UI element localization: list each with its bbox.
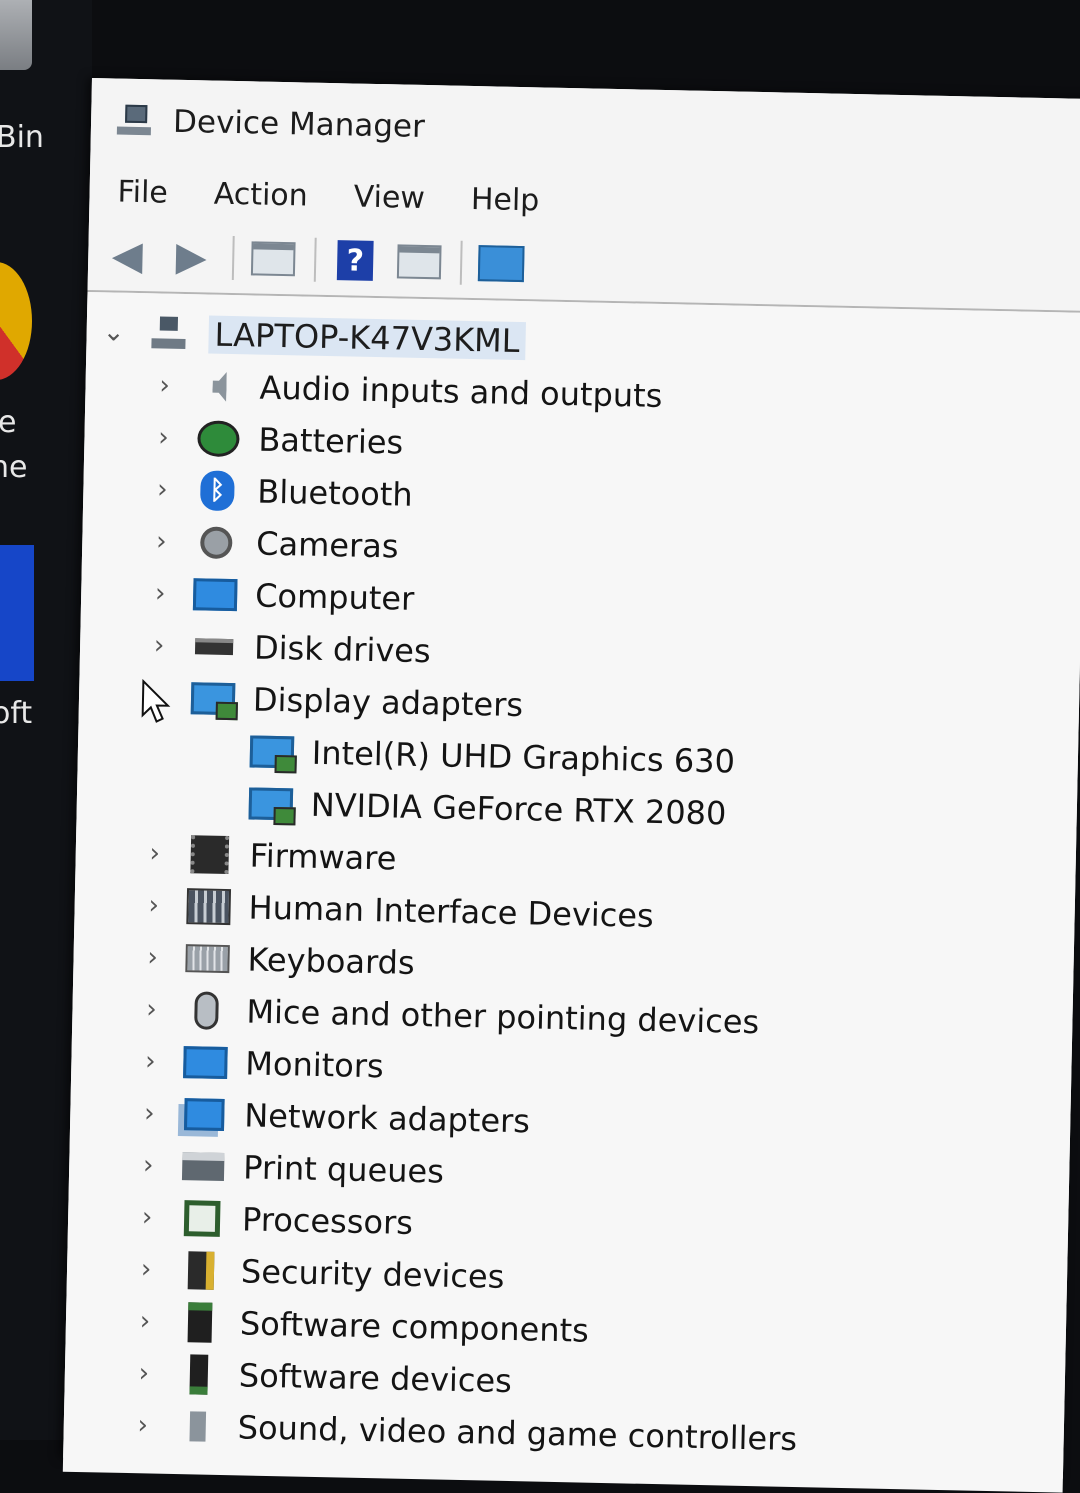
processor-icon [180, 1198, 225, 1239]
forward-button[interactable]: ▶ [164, 234, 219, 281]
computer-root-icon [146, 313, 191, 354]
device-tree: ⌄ LAPTOP-K47V3KML › Audio inputs and out… [62, 291, 1080, 1493]
back-arrow-icon: ◀ [111, 232, 144, 280]
expand-chevron-icon[interactable]: › [134, 1098, 165, 1129]
expand-chevron-icon[interactable]: › [136, 994, 167, 1025]
display-adapter-icon [248, 783, 294, 824]
desktop-label-ne: ne [0, 450, 28, 485]
device-manager-icon [116, 103, 154, 140]
expand-chevron-icon[interactable]: › [138, 890, 169, 921]
toolbar-separator [231, 235, 235, 281]
tree-item-label: Batteries [258, 420, 404, 462]
tree-item-label: Network adapters [243, 1096, 531, 1141]
expand-chevron-icon[interactable]: › [145, 578, 176, 609]
tree-item-label: Cameras [255, 524, 399, 566]
tree-item-label: Bluetooth [256, 472, 414, 514]
sound-icon [175, 1406, 220, 1447]
expand-chevron-icon[interactable]: › [146, 526, 177, 557]
keyboard-icon [185, 938, 230, 979]
tree-item-label: Display adapters [252, 680, 524, 725]
menu-action[interactable]: Action [213, 176, 308, 213]
help-button[interactable]: ? [328, 237, 383, 284]
bluetooth-icon: ᛒ [195, 470, 240, 512]
tree-item-label: NVIDIA GeForce RTX 2080 [310, 785, 727, 833]
expand-chevron-icon[interactable]: › [137, 942, 168, 973]
toolbar-separator [459, 240, 463, 285]
security-icon [179, 1250, 224, 1291]
desktop-label-e: e [0, 405, 17, 440]
tree-item-label: Audio inputs and outputs [259, 368, 663, 416]
camera-icon [194, 522, 239, 563]
help-icon: ? [336, 240, 374, 281]
expand-chevron-icon[interactable]: › [148, 422, 179, 453]
desktop-label-bin: Bin [0, 120, 44, 155]
tree-item-label: Firmware [249, 836, 397, 878]
show-hide-console-tree-button[interactable] [246, 235, 301, 282]
expand-chevron-icon[interactable]: › [144, 630, 175, 661]
expand-chevron-icon[interactable]: › [132, 1202, 163, 1233]
tree-root-label: LAPTOP-K47V3KML [208, 315, 526, 361]
display-adapter-icon [190, 678, 236, 719]
expand-chevron-icon[interactable]: › [133, 1150, 164, 1181]
monitor-icon [192, 574, 238, 615]
disk-icon [192, 626, 237, 667]
monitor-icon [183, 1042, 228, 1083]
expand-chevron-icon[interactable]: › [135, 1046, 166, 1077]
scan-hardware-button[interactable] [474, 240, 529, 287]
mouse-cursor-icon [141, 679, 171, 723]
tree-item-label: Disk drives [253, 628, 432, 671]
console-tree-icon [250, 241, 296, 277]
menu-help[interactable]: Help [471, 181, 540, 217]
tree-item-label: Keyboards [247, 940, 416, 982]
collapse-chevron-icon[interactable]: ⌄ [98, 317, 129, 348]
tree-item-label: Processors [241, 1200, 414, 1242]
tree-item-label: Computer [254, 576, 415, 618]
tree-item-label: Sound, video and game controllers [237, 1408, 798, 1459]
tree-item-label: Mice and other pointing devices [246, 992, 760, 1042]
recycle-bin-icon[interactable] [0, 0, 32, 70]
action-pane-icon [396, 244, 442, 280]
speaker-icon [197, 366, 242, 407]
tree-item-label: Human Interface Devices [248, 888, 655, 935]
tree-item-label: Security devices [240, 1252, 505, 1296]
toolbar-separator [313, 237, 317, 282]
tree-item-label: Intel(R) UHD Graphics 630 [311, 733, 736, 781]
desktop-label-oft: oft [0, 696, 33, 731]
device-manager-window: Device Manager File Action View Help ◀ ▶… [62, 78, 1080, 1493]
show-action-pane-button[interactable] [392, 238, 447, 285]
software-device-icon [176, 1354, 221, 1395]
tree-item-label: Print queues [242, 1148, 445, 1191]
expand-chevron-icon[interactable]: › [147, 474, 178, 505]
expand-chevron-icon[interactable]: › [131, 1254, 162, 1285]
forward-arrow-icon: ▶ [175, 233, 208, 281]
tree-item-label: Software components [239, 1304, 590, 1350]
hid-icon [186, 886, 232, 927]
chrome-icon[interactable] [0, 262, 32, 380]
software-component-icon [178, 1302, 223, 1343]
expand-chevron-icon[interactable]: › [129, 1358, 160, 1389]
expand-chevron-icon[interactable]: › [130, 1306, 161, 1337]
back-button[interactable]: ◀ [100, 232, 155, 279]
scan-hardware-icon [477, 245, 525, 283]
tree-item-label: Software devices [238, 1356, 513, 1401]
expand-chevron-icon[interactable]: › [139, 838, 170, 869]
expand-chevron-icon[interactable]: › [149, 370, 180, 401]
printer-icon [181, 1146, 226, 1187]
chip-icon [187, 834, 232, 875]
network-icon [182, 1094, 227, 1135]
tree-item-label: Monitors [244, 1044, 385, 1086]
display-adapter-icon [249, 731, 295, 772]
battery-icon [196, 418, 241, 459]
menu-file[interactable]: File [117, 174, 168, 210]
expand-chevron-icon[interactable]: › [127, 1410, 158, 1441]
mouse-icon [184, 990, 229, 1031]
window-title: Device Manager [172, 103, 426, 145]
store-icon[interactable] [0, 545, 34, 681]
menu-view[interactable]: View [353, 179, 425, 215]
